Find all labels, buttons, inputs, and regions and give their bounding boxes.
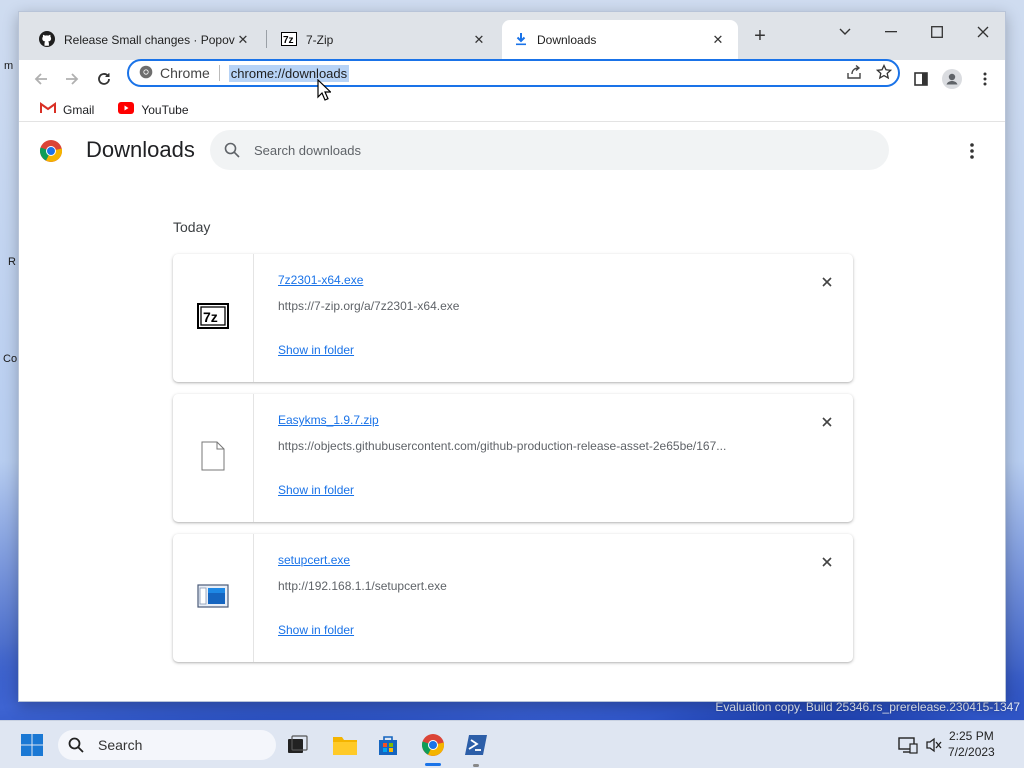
chrome-taskbar-icon[interactable] [419,731,447,759]
download-filename-link[interactable]: setupcert.exe [278,553,350,567]
tab-title: Downloads [537,33,597,47]
bookmark-star-icon[interactable] [875,63,893,85]
omnibox-divider [218,65,220,81]
file-icon-column [173,534,254,662]
tab-downloads[interactable]: Downloads ✕ [502,20,738,60]
youtube-icon [118,102,135,117]
omnibox-actions [846,63,893,85]
url-text[interactable]: chrome://downloads [228,64,350,82]
download-item: Easykms_1.9.7.zip https://objects.github… [173,394,853,522]
clock-date: 7/2/2023 [948,745,995,759]
search-icon [224,142,240,158]
chrome-icon [139,65,153,82]
forward-button[interactable] [59,66,85,92]
scrollbar-thumb[interactable] [1005,178,1006,198]
tab-7zip[interactable]: 7z 7-Zip ✕ [269,20,499,60]
downloads-page: Downloads Search downloads Today 7z 7z23… [19,122,1006,701]
reload-button[interactable] [91,66,117,92]
tab-search-chevron-icon[interactable] [823,18,867,46]
chrome-menu-icon[interactable] [972,66,998,92]
clock-time: 2:25 PM [949,729,994,743]
bookmark-gmail[interactable]: Gmail [33,102,94,117]
svg-text:7z: 7z [283,35,294,46]
mouse-cursor-icon [317,78,332,106]
show-in-folder-link[interactable]: Show in folder [278,623,354,637]
remove-download-icon[interactable] [817,552,837,572]
date-section-label: Today [173,219,211,235]
taskbar-search-label: Search [98,737,143,753]
browser-window: Release Small changes · PopovEvgeniy ✕ 7… [18,11,1006,702]
back-button[interactable] [28,66,54,92]
download-item: setupcert.exe http://192.168.1.1/setupce… [173,534,853,662]
network-icon[interactable] [894,731,922,759]
download-icon [514,32,528,49]
desktop-fragment: Co [3,353,18,365]
close-icon[interactable]: ✕ [471,32,487,48]
taskbar-search[interactable]: Search [58,730,276,760]
close-icon[interactable]: ✕ [710,32,726,48]
gmail-icon [40,102,56,117]
evaluation-watermark: Evaluation copy. Build 25346.rs_prerelea… [715,700,1020,714]
volume-muted-icon[interactable] [920,731,948,759]
desktop-fragment: R [8,256,16,268]
side-panel-button[interactable] [908,66,934,92]
site-chip-label: Chrome [160,65,210,81]
bookmarks-bar: Gmail YouTube [19,98,1005,122]
maximize-button[interactable] [915,18,959,46]
powershell-icon[interactable] [462,731,490,759]
download-filename-link[interactable]: Easykms_1.9.7.zip [278,413,379,427]
download-filename-link[interactable]: 7z2301-x64.exe [278,273,363,287]
start-button[interactable] [18,731,46,759]
profile-avatar[interactable] [939,66,965,92]
7zip-icon: 7z [197,302,229,334]
search-downloads-input[interactable]: Search downloads [210,130,889,170]
taskbar: Search 2:25 PM 7/2/2023 [0,720,1024,768]
file-icon-column [173,394,254,522]
search-icon [68,737,84,753]
7zip-icon: 7z [281,31,297,49]
file-explorer-icon[interactable] [331,731,359,759]
chrome-logo-icon [39,139,63,163]
desktop-fragment: m [4,60,14,72]
close-icon[interactable]: ✕ [235,32,251,48]
microsoft-store-icon[interactable] [374,731,402,759]
system-clock[interactable]: 2:25 PM 7/2/2023 [948,728,995,760]
show-in-folder-link[interactable]: Show in folder [278,483,354,497]
browser-toolbar: Chrome chrome://downloads [19,59,1005,98]
running-app-indicator [473,764,479,767]
bookmark-youtube[interactable]: YouTube [111,102,189,117]
minimize-button[interactable] [869,18,913,46]
new-tab-button[interactable]: + [749,26,771,48]
tab-title: 7-Zip [306,33,334,47]
share-icon[interactable] [846,64,862,85]
installer-icon [197,583,229,613]
tab-strip: Release Small changes · PopovEvgeniy ✕ 7… [19,12,1005,60]
file-icon [201,441,225,476]
page-title: Downloads [86,137,195,162]
download-source-url: https://7-zip.org/a/7z2301-x64.exe [278,299,460,313]
download-source-url: http://192.168.1.1/setupcert.exe [278,579,447,593]
remove-download-icon[interactable] [817,412,837,432]
show-in-folder-link[interactable]: Show in folder [278,343,354,357]
remove-download-icon[interactable] [817,272,837,292]
task-view-icon[interactable] [284,731,312,759]
file-icon-column: 7z [173,254,254,382]
site-chip[interactable]: Chrome [129,65,210,82]
tab-title: Release Small changes · PopovEvgeniy [64,33,235,47]
tab-separator [266,30,267,48]
active-app-indicator [425,763,441,766]
close-window-button[interactable] [961,18,1005,46]
search-placeholder: Search downloads [254,142,361,158]
github-icon [39,30,55,50]
bookmark-label: YouTube [141,102,189,117]
bookmark-label: Gmail [63,102,95,117]
tab-github-release[interactable]: Release Small changes · PopovEvgeniy ✕ [27,20,263,60]
downloads-header: Downloads Search downloads [19,122,1005,182]
svg-text:7z: 7z [203,309,218,325]
more-actions-icon[interactable] [965,140,979,162]
address-bar[interactable]: Chrome chrome://downloads [127,59,900,87]
download-source-url: https://objects.githubusercontent.com/gi… [278,439,727,453]
download-item: 7z 7z2301-x64.exe https://7-zip.org/a/7z… [173,254,853,382]
